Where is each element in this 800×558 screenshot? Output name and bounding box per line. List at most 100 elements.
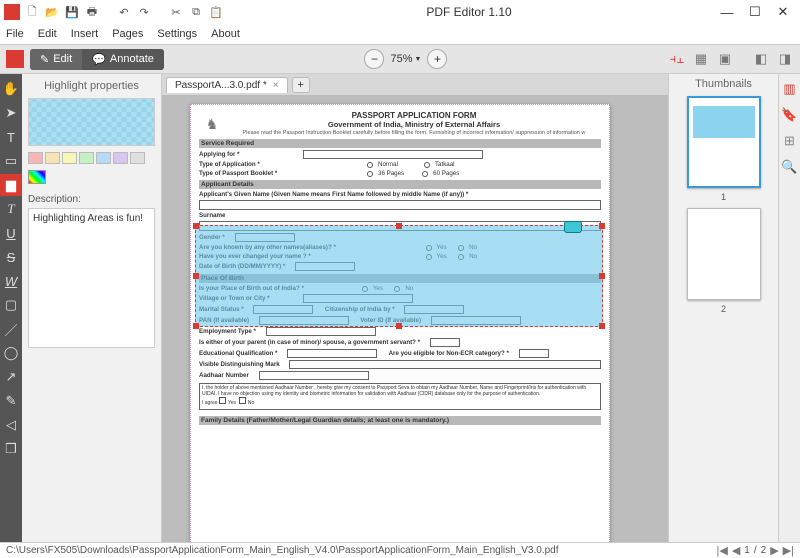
highlight-area-tool-icon[interactable]: ▆ <box>0 174 22 196</box>
text-tool-icon[interactable]: T <box>0 126 22 148</box>
section-service: Service Required <box>199 139 601 148</box>
thumbnails-icon[interactable]: ▥ <box>781 80 799 98</box>
attachments-icon[interactable]: ⊞ <box>781 132 799 150</box>
prev-page-button[interactable]: ◀ <box>732 544 740 557</box>
first-page-button[interactable]: |◀ <box>717 544 728 557</box>
view-book-icon[interactable]: ▣ <box>716 50 734 68</box>
section-family: Family Details (Father/Mother/Legal Guar… <box>199 416 601 425</box>
strikeout-tool-icon[interactable]: S <box>0 246 22 268</box>
resize-handle[interactable] <box>193 223 199 229</box>
next-page-button[interactable]: ▶ <box>770 544 778 557</box>
radio-tatkaal[interactable] <box>424 162 430 168</box>
squiggly-tool-icon[interactable]: W <box>0 270 22 292</box>
resize-handle[interactable] <box>599 273 605 279</box>
color-swatch[interactable] <box>130 152 145 164</box>
consent-text: I, the holder of above mentioned Aadhaar… <box>199 383 601 410</box>
file-path: C:\Users\FX505\Downloads\PassportApplica… <box>6 545 711 556</box>
resize-handle[interactable] <box>396 223 402 229</box>
highlight-text-tool-icon[interactable]: T <box>0 198 22 220</box>
print-icon[interactable]: 🖶 <box>84 4 100 20</box>
rectangle-tool-icon[interactable]: ▢ <box>0 294 22 316</box>
stamp-tool-icon[interactable]: ❒ <box>0 438 22 460</box>
applying-for-input[interactable] <box>303 150 483 159</box>
redo-icon[interactable]: ↷ <box>136 4 152 20</box>
radio-36[interactable] <box>367 171 373 177</box>
open-icon[interactable]: 📂 <box>44 4 60 20</box>
resize-handle[interactable] <box>193 273 199 279</box>
status-bar: C:\Users\FX505\Downloads\PassportApplica… <box>0 542 800 558</box>
radio-normal[interactable] <box>367 162 373 168</box>
pointer-tool-icon[interactable]: ➤ <box>0 102 22 124</box>
description-label: Description: <box>28 194 155 205</box>
mode-annotate-button[interactable]: 💬 Annotate <box>82 49 164 70</box>
resize-handle[interactable] <box>396 323 402 329</box>
highlight-annotation[interactable] <box>195 225 603 327</box>
new-icon[interactable]: 🗋 <box>24 4 40 20</box>
app-badge-icon <box>6 50 24 68</box>
copy-icon[interactable]: ⧉ <box>188 4 204 20</box>
mode-edit-button[interactable]: ✎ Edit <box>30 49 82 70</box>
minimize-button[interactable]: — <box>714 3 740 21</box>
zoom-in-button[interactable]: + <box>427 49 447 69</box>
last-page-button[interactable]: ▶| <box>783 544 794 557</box>
color-swatch[interactable] <box>96 152 111 164</box>
color-swatch[interactable] <box>28 152 43 164</box>
menu-file[interactable]: File <box>6 28 24 40</box>
color-swatch[interactable] <box>45 152 60 164</box>
mode-switch: ✎ Edit 💬 Annotate <box>30 49 164 70</box>
color-picker-button[interactable] <box>28 170 46 184</box>
toolbar: ✎ Edit 💬 Annotate − 75% ▼ + ⫞⫠ ▦ ▣ ◧ ◨ <box>0 44 800 74</box>
thumbnail-page-2[interactable] <box>687 208 761 300</box>
hand-tool-icon[interactable]: ✋ <box>0 78 22 100</box>
color-swatch[interactable] <box>62 152 77 164</box>
underline-tool-icon[interactable]: U <box>0 222 22 244</box>
undo-icon[interactable]: ↶ <box>116 4 132 20</box>
description-textarea[interactable]: Highlighting Areas is fun! <box>28 208 155 348</box>
line-tool-icon[interactable]: ／ <box>0 318 22 340</box>
sidebar-toggle-icon[interactable]: ◧ <box>752 50 770 68</box>
given-name-input[interactable] <box>199 200 601 210</box>
zoom-out-button[interactable]: − <box>364 49 384 69</box>
thumbnails-title: Thumbnails <box>673 78 774 90</box>
note-tool-icon[interactable]: ▭ <box>0 150 22 172</box>
properties-panel: Highlight properties Description: Highli… <box>22 74 162 542</box>
eraser-tool-icon[interactable]: ◁ <box>0 414 22 436</box>
paste-icon[interactable]: 📋 <box>208 4 224 20</box>
thumbnails-panel: Thumbnails 1 2 <box>668 74 778 542</box>
document-tab[interactable]: PassportA...3.0.pdf * × <box>166 77 288 93</box>
comment-bubble-icon[interactable] <box>564 221 582 233</box>
search-icon[interactable]: 🔍 <box>781 158 799 176</box>
zoom-level[interactable]: 75% ▼ <box>390 53 421 65</box>
menu-insert[interactable]: Insert <box>71 28 99 40</box>
document-canvas[interactable]: PassportA...3.0.pdf * × + ♞ PASSPORT APP… <box>162 74 668 542</box>
menu-about[interactable]: About <box>211 28 240 40</box>
menu-pages[interactable]: Pages <box>112 28 143 40</box>
color-swatch[interactable] <box>113 152 128 164</box>
pencil-tool-icon[interactable]: ✎ <box>0 390 22 412</box>
resize-handle[interactable] <box>193 323 199 329</box>
resize-handle[interactable] <box>599 223 605 229</box>
section-applicant: Applicant Details <box>199 180 601 189</box>
tab-close-icon[interactable]: × <box>273 80 279 91</box>
thumbnail-page-1[interactable] <box>687 96 761 188</box>
pdf-page[interactable]: ♞ PASSPORT APPLICATION FORM Government o… <box>190 104 610 542</box>
maximize-button[interactable]: ☐ <box>742 3 768 21</box>
arrow-tool-icon[interactable]: ↗ <box>0 366 22 388</box>
save-icon[interactable]: 💾 <box>64 4 80 20</box>
page-current[interactable]: 1 <box>744 545 750 556</box>
thumbnails-toggle-icon[interactable]: ◨ <box>776 50 794 68</box>
radio-60[interactable] <box>422 171 428 177</box>
view-facing-icon[interactable]: ▦ <box>692 50 710 68</box>
new-tab-button[interactable]: + <box>292 77 310 93</box>
close-button[interactable]: ✕ <box>770 3 796 21</box>
cut-icon[interactable]: ✂ <box>168 4 184 20</box>
resize-handle[interactable] <box>599 323 605 329</box>
view-single-icon[interactable]: ⫞⫠ <box>668 50 686 68</box>
circle-tool-icon[interactable]: ◯ <box>0 342 22 364</box>
menu-settings[interactable]: Settings <box>157 28 197 40</box>
color-swatch[interactable] <box>79 152 94 164</box>
bookmarks-icon[interactable]: 🔖 <box>781 106 799 124</box>
color-preview[interactable] <box>28 98 155 146</box>
menu-edit[interactable]: Edit <box>38 28 57 40</box>
menu-bar: File Edit Insert Pages Settings About <box>0 24 800 44</box>
